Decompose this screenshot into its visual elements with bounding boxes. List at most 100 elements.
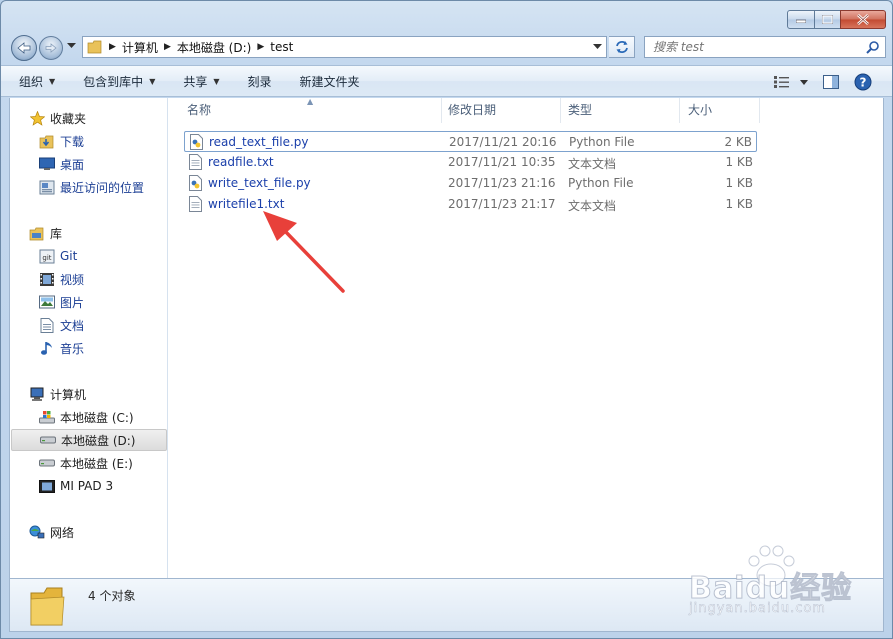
download-folder-icon [39,133,55,149]
file-type: 文本文档 [568,199,617,213]
breadcrumb-separator[interactable]: ▶ [257,42,264,52]
forward-button[interactable] [39,36,63,60]
star-icon [29,110,45,126]
breadcrumb-separator[interactable]: ▶ [109,42,116,52]
nav-item-videos[interactable]: 视频 [10,268,167,290]
back-button[interactable] [11,35,37,61]
chevron-down-icon: ▼ [149,76,156,86]
share-label: 共享 [183,74,208,89]
nav-item-drive-e-label: 本地磁盘 (E:) [60,456,133,471]
column-header-type[interactable]: 类型 [560,98,680,123]
file-list-pane[interactable]: ▲ 名称 修改日期 类型 大小 read_text_file.py 2017/1… [169,97,883,578]
file-name[interactable]: read_text_file.py [209,135,309,149]
system-drive-icon [39,409,55,425]
column-header-size[interactable]: 大小 [680,98,760,123]
file-name[interactable]: writefile1.txt [208,197,284,211]
nav-item-documents[interactable]: 文档 [10,314,167,336]
column-header-date[interactable]: 修改日期 [440,98,561,123]
column-header-name[interactable]: 名称 [179,98,442,123]
search-box[interactable] [644,36,886,58]
command-bar: 组织 ▼ 包含到库中 ▼ 共享 ▼ 刻录 新建文件夹 ? [1,65,892,97]
file-row[interactable]: readfile.txt 2017/11/21 10:35 文本文档 1 KB [184,152,757,173]
breadcrumb-computer[interactable]: 计算机 [122,39,158,56]
nav-item-documents-label: 文档 [60,318,85,333]
breadcrumb-test[interactable]: test [270,40,293,54]
search-icon[interactable] [866,41,879,54]
preview-pane-icon [823,75,839,89]
file-type: 文本文档 [568,157,617,171]
chevron-down-icon: ▼ [49,76,56,86]
view-details-icon [774,76,789,88]
library-icon [29,225,45,241]
python-file-icon [189,175,202,194]
nav-item-drive-c[interactable]: 本地磁盘 (C:) [10,406,167,428]
nav-item-drive-d[interactable]: 本地磁盘 (D:) [11,429,167,451]
file-row[interactable]: writefile1.txt 2017/11/23 21:17 文本文档 1 K… [184,194,757,215]
nav-favorites[interactable]: 收藏夹 [10,107,167,129]
refresh-icon [615,41,628,53]
nav-item-pictures[interactable]: 图片 [10,291,167,313]
nav-item-music[interactable]: 音乐 [10,337,167,359]
column-header-date-label: 修改日期 [448,103,497,117]
breadcrumb-drive-d[interactable]: 本地磁盘 (D:) [177,39,251,56]
chevron-down-icon[interactable] [593,44,602,50]
file-date: 2017/11/21 20:16 [449,135,557,149]
column-header-size-label: 大小 [688,103,713,117]
burn-button[interactable]: 刻录 [234,68,286,94]
include-in-library-menu[interactable]: 包含到库中 ▼ [69,68,169,94]
nav-item-desktop[interactable]: 桌面 [10,153,167,175]
help-button[interactable]: ? [848,70,878,94]
music-library-icon [39,340,55,356]
minimize-button[interactable] [787,10,815,29]
text-file-icon [189,196,202,215]
include-in-library-label: 包含到库中 [83,74,144,89]
arrow-right-icon [45,43,57,53]
recent-pages-dropdown[interactable] [67,43,76,49]
change-view-button[interactable] [770,70,794,94]
folder-icon [87,40,102,54]
file-size: 1 KB [725,155,753,169]
svg-text:git: git [42,254,51,262]
share-menu[interactable]: 共享 ▼ [169,68,233,94]
maximize-button[interactable] [814,10,841,29]
file-row[interactable]: read_text_file.py 2017/11/21 20:16 Pytho… [184,131,757,152]
nav-item-recent-places[interactable]: 最近访问的位置 [10,176,167,198]
organize-menu[interactable]: 组织 ▼ [1,68,69,94]
file-name[interactable]: readfile.txt [208,155,274,169]
explorer-window: ▶ 计算机 ▶ 本地磁盘 (D:) ▶ test 组织 ▼ 包含到库中 ▼ [0,0,893,639]
desktop-icon [39,156,55,172]
nav-item-desktop-label: 桌面 [60,157,85,172]
minimize-icon [796,19,806,23]
nav-network-label: 网络 [50,525,75,540]
nav-network[interactable]: 网络 [10,521,167,543]
new-folder-label: 新建文件夹 [299,74,360,89]
nav-item-downloads[interactable]: 下载 [10,130,167,152]
details-pane: 4 个对象 [9,578,884,632]
nav-item-mi-pad[interactable]: MI PAD 3 [10,475,167,497]
svg-text:?: ? [860,76,867,90]
navigation-pane[interactable]: 收藏夹 下载 桌面 最近访问的位置 库 git Git 视频 图片 文档 音乐 … [10,98,168,578]
device-icon [39,478,55,494]
nav-computer[interactable]: 计算机 [10,383,167,405]
file-date: 2017/11/23 21:16 [448,176,556,190]
close-button[interactable] [840,10,886,29]
preview-pane-button[interactable] [814,70,848,94]
view-options-dropdown[interactable] [794,70,814,94]
nav-item-git[interactable]: git Git [10,245,167,267]
breadcrumb-separator[interactable]: ▶ [164,42,171,52]
nav-item-drive-e[interactable]: 本地磁盘 (E:) [10,452,167,474]
search-input[interactable] [653,40,853,54]
nav-item-git-label: Git [60,249,78,263]
nav-libraries[interactable]: 库 [10,222,167,244]
chevron-down-icon [800,79,808,85]
address-bar[interactable]: ▶ 计算机 ▶ 本地磁盘 (D:) ▶ test [82,36,607,58]
file-name[interactable]: write_text_file.py [208,176,311,190]
file-row[interactable]: write_text_file.py 2017/11/23 21:16 Pyth… [184,173,757,194]
folder-icon [30,587,65,626]
refresh-button[interactable] [609,36,635,58]
item-count: 4 个对象 [88,589,136,603]
new-folder-button[interactable]: 新建文件夹 [286,68,374,94]
file-type: Python File [569,135,635,149]
organize-label: 组织 [19,74,44,89]
nav-item-mi-pad-label: MI PAD 3 [60,479,114,493]
